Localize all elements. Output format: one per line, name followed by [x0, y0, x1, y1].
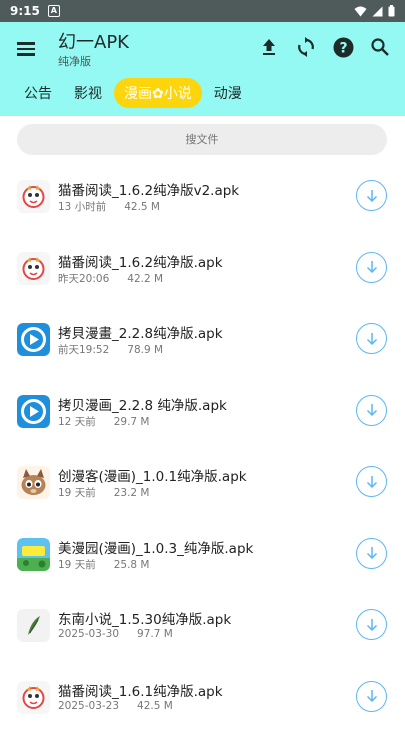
download-icon — [365, 546, 379, 560]
search-input[interactable] — [17, 124, 387, 155]
download-button[interactable] — [356, 323, 387, 354]
tab-comics-novels[interactable]: 漫画✿小说 — [114, 78, 202, 108]
download-button[interactable] — [356, 466, 387, 497]
download-icon — [365, 260, 379, 274]
file-time: 19 天前 — [58, 559, 96, 571]
file-name: 猫番阅读_1.6.1纯净版.apk — [58, 680, 223, 700]
download-button[interactable] — [356, 681, 387, 712]
file-size: 29.7 M — [114, 416, 150, 428]
maofan-icon — [17, 180, 50, 213]
upload-icon[interactable] — [258, 36, 280, 58]
search-icon[interactable] — [369, 36, 391, 58]
download-button[interactable] — [356, 609, 387, 640]
status-time: 9:15 — [10, 4, 40, 18]
file-name: 东南小说_1.5.30纯净版.apk — [58, 608, 231, 628]
download-icon — [365, 189, 379, 203]
file-name: 拷貝漫畫_2.2.8纯净版.apk — [58, 322, 223, 342]
download-button[interactable] — [356, 395, 387, 426]
tab-anime[interactable]: 动漫 — [204, 78, 252, 108]
file-time: 昨天20:06 — [58, 273, 109, 285]
list-item[interactable]: 美漫园(漫画)_1.0.3_纯净版.apk 19 天前 25.8 M — [0, 518, 405, 590]
maofan-icon — [17, 252, 50, 285]
app-bar: 幻一APK 纯净版 ? 公告 影视 漫画✿小说 动漫 — [0, 22, 405, 116]
download-button[interactable] — [356, 252, 387, 283]
chuangmanke-icon — [17, 466, 50, 499]
list-item[interactable]: 拷贝漫画_2.2.8 纯净版.apk 12 天前 29.7 M — [0, 375, 405, 447]
notification-icon: A — [48, 5, 60, 17]
battery-icon — [388, 5, 395, 17]
refresh-icon[interactable] — [295, 36, 317, 58]
file-size: 97.7 M — [137, 628, 173, 640]
download-button[interactable] — [356, 538, 387, 569]
list-item[interactable]: 猫番阅读_1.6.2纯净版v2.apk 13 小时前 42.5 M — [0, 160, 405, 232]
svg-text:?: ? — [339, 40, 347, 56]
file-size: 23.2 M — [114, 487, 150, 499]
file-meta: 2025-03-23 42.5 M — [58, 700, 173, 712]
download-icon — [365, 403, 379, 417]
file-meta: 19 天前 23.2 M — [58, 485, 149, 500]
meimanyuan-icon — [17, 538, 50, 571]
file-time: 13 小时前 — [58, 201, 106, 213]
file-time: 19 天前 — [58, 487, 96, 499]
maofan-icon — [17, 681, 50, 714]
download-button[interactable] — [356, 180, 387, 211]
category-tabs: 公告 影视 漫画✿小说 动漫 — [14, 78, 252, 108]
app-title: 幻一APK — [58, 28, 129, 54]
file-meta: 2025-03-30 97.7 M — [58, 628, 173, 640]
menu-icon[interactable] — [14, 37, 38, 61]
search-bar — [17, 124, 387, 155]
list-item[interactable]: 东南小说_1.5.30纯净版.apk 2025-03-30 97.7 M — [0, 589, 405, 661]
dongnan-icon — [17, 609, 50, 642]
list-item[interactable]: 猫番阅读_1.6.2纯净版.apk 昨天20:06 42.2 M — [0, 232, 405, 304]
file-name: 猫番阅读_1.6.2纯净版v2.apk — [58, 179, 239, 199]
file-name: 猫番阅读_1.6.2纯净版.apk — [58, 251, 223, 271]
status-bar: 9:15 A — [0, 0, 405, 22]
file-size: 42.5 M — [137, 700, 173, 712]
file-meta: 12 天前 29.7 M — [58, 414, 149, 429]
file-meta: 13 小时前 42.5 M — [58, 199, 160, 214]
file-size: 42.5 M — [124, 201, 160, 213]
download-icon — [365, 332, 379, 346]
file-size: 42.2 M — [127, 273, 163, 285]
file-time: 12 天前 — [58, 416, 96, 428]
toolbar-actions: ? — [258, 36, 391, 58]
file-name: 创漫客(漫画)_1.0.1纯净版.apk — [58, 465, 247, 485]
kaobei-icon — [17, 323, 50, 356]
file-name: 拷贝漫画_2.2.8 纯净版.apk — [58, 394, 227, 414]
app-subtitle: 纯净版 — [58, 53, 91, 69]
download-icon — [365, 689, 379, 703]
help-icon[interactable]: ? — [332, 36, 354, 58]
status-indicators — [354, 5, 395, 17]
file-meta: 前天19:52 78.9 M — [58, 342, 163, 357]
list-item[interactable]: 猫番阅读_1.6.1纯净版.apk 2025-03-23 42.5 M — [0, 661, 405, 732]
tab-video[interactable]: 影视 — [64, 78, 112, 108]
file-size: 25.8 M — [114, 559, 150, 571]
file-time: 2025-03-30 — [58, 628, 119, 640]
file-time: 前天19:52 — [58, 344, 109, 356]
wifi-icon — [354, 6, 367, 17]
list-item[interactable]: 拷貝漫畫_2.2.8纯净版.apk 前天19:52 78.9 M — [0, 303, 405, 375]
file-meta: 19 天前 25.8 M — [58, 557, 149, 572]
file-name: 美漫园(漫画)_1.0.3_纯净版.apk — [58, 537, 253, 557]
file-time: 2025-03-23 — [58, 700, 119, 712]
file-meta: 昨天20:06 42.2 M — [58, 271, 163, 286]
download-icon — [365, 618, 379, 632]
tab-announcement[interactable]: 公告 — [14, 78, 62, 108]
signal-icon — [372, 6, 383, 17]
file-size: 78.9 M — [127, 344, 163, 356]
list-item[interactable]: 创漫客(漫画)_1.0.1纯净版.apk 19 天前 23.2 M — [0, 446, 405, 518]
kaobei-icon — [17, 395, 50, 428]
file-list: 猫番阅读_1.6.2纯净版v2.apk 13 小时前 42.5 M 猫番阅读_1.… — [0, 160, 405, 732]
download-icon — [365, 475, 379, 489]
